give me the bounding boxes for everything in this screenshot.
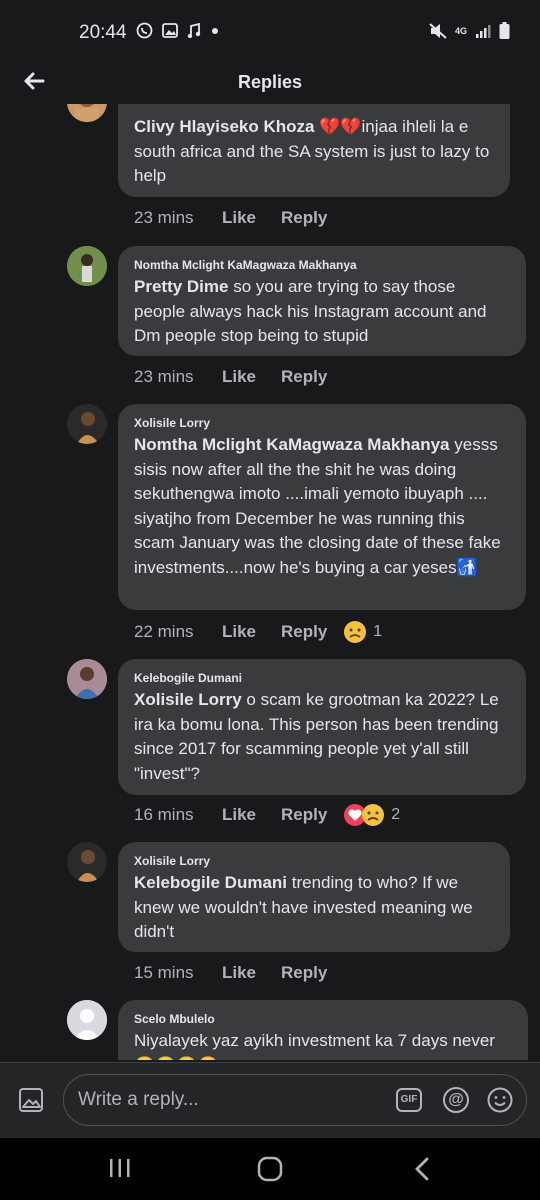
mention-link[interactable]: Pretty Dime (134, 277, 228, 296)
reaction-count: 1 (373, 623, 383, 640)
comment-time[interactable]: 16 mins (134, 805, 222, 825)
comment-bubble: Scelo Mbulelo Niyalayek yaz ayikh invest… (118, 1000, 528, 1060)
reply-composer: Write a reply... GIF @ (0, 1062, 540, 1139)
mention-button[interactable]: @ (443, 1087, 469, 1113)
reply-button[interactable]: Reply (281, 622, 327, 642)
comment-actions: 15 mins Like Reply (134, 963, 327, 983)
comment-actions: 16 mins Like Reply 2 (134, 803, 400, 827)
signal-icon (476, 24, 491, 38)
mention-link[interactable]: Clivy Hlayiseko Khoza (134, 117, 314, 136)
comment-time[interactable]: 22 mins (134, 622, 222, 642)
comment-time[interactable]: 23 mins (134, 208, 222, 228)
comment-author[interactable]: Scelo Mbulelo (134, 1012, 512, 1026)
app-header: Replies (0, 62, 540, 104)
comment-actions: 23 mins Like Reply (134, 208, 327, 228)
comment-actions: 22 mins Like Reply 1 (134, 620, 382, 644)
comment-author[interactable]: Xolisile Lorry (134, 416, 510, 430)
battery-icon (499, 22, 510, 39)
comment-author[interactable]: Xolisile Lorry (134, 854, 494, 868)
status-bar: 20:44 4G (0, 0, 540, 62)
mute-icon (429, 22, 447, 39)
like-button[interactable]: Like (222, 805, 281, 825)
avatar[interactable] (67, 246, 107, 286)
reply-input[interactable]: Write a reply... GIF @ (63, 1074, 527, 1126)
mention-link[interactable]: Kelebogile Dumani (134, 873, 287, 892)
comment-author[interactable]: Nomtha Mclight KaMagwaza Makhanya (134, 258, 510, 272)
avatar[interactable] (67, 659, 107, 699)
mention-link[interactable]: Xolisile Lorry (134, 690, 242, 709)
chevron-left-icon (415, 1157, 429, 1181)
photo-icon (19, 1088, 43, 1112)
reply-button[interactable]: Reply (281, 367, 327, 387)
comment-bubble: Clivy Hlayiseko Khoza 💔💔injaa ihleli la … (118, 104, 510, 197)
reply-input-placeholder: Write a reply... (78, 1089, 199, 1110)
back-nav-button[interactable] (410, 1156, 440, 1182)
comment-bubble: Nomtha Mclight KaMagwaza Makhanya Pretty… (118, 246, 526, 356)
4g-icon: 4G (454, 25, 467, 36)
photo-button[interactable] (16, 1085, 46, 1115)
gif-button[interactable]: GIF (396, 1088, 422, 1112)
replies-thread[interactable]: Clivy Hlayiseko Khoza 💔💔injaa ihleli la … (0, 104, 540, 1060)
like-button[interactable]: Like (222, 963, 281, 983)
comment-bubble: Kelebogile Dumani Xolisile Lorry o scam … (118, 659, 526, 795)
home-button[interactable] (256, 1156, 286, 1182)
reply-button[interactable]: Reply (281, 805, 327, 825)
comment-time[interactable]: 15 mins (134, 963, 222, 983)
comment-bubble: Xolisile Lorry Nomtha Mclight KaMagwaza … (118, 404, 526, 610)
dot-icon (212, 27, 218, 34)
whatsapp-icon (136, 22, 153, 39)
music-icon (187, 22, 201, 38)
avatar[interactable] (67, 404, 107, 444)
reply-button[interactable]: Reply (281, 963, 327, 983)
like-button[interactable]: Like (222, 367, 281, 387)
avatar[interactable] (67, 104, 107, 122)
recent-apps-button[interactable] (107, 1156, 137, 1182)
default-avatar-icon (67, 1000, 107, 1040)
mention-link[interactable]: Nomtha Mclight KaMagwaza Makhanya (134, 435, 450, 454)
comment-text: yesss sisis now after all the the shit h… (134, 435, 501, 577)
gallery-icon (162, 23, 178, 38)
reactions-summary[interactable]: 2 (343, 803, 400, 827)
reactions-summary[interactable]: 1 (343, 620, 382, 644)
sad-face-icon (362, 804, 385, 826)
reaction-count: 2 (391, 806, 401, 823)
avatar[interactable] (67, 842, 107, 882)
comment-author[interactable]: Kelebogile Dumani (134, 671, 510, 685)
page-title: Replies (237, 72, 303, 92)
home-icon (257, 1156, 283, 1182)
comment-text: Niyalayek yaz ayikh investment ka 7 days… (134, 1031, 495, 1060)
like-button[interactable]: Like (222, 622, 281, 642)
status-time: 20:44 (79, 22, 127, 43)
comment-time[interactable]: 23 mins (134, 367, 222, 387)
like-button[interactable]: Like (222, 208, 281, 228)
system-nav-bar (0, 1138, 540, 1200)
comment-bubble: Xolisile Lorry Kelebogile Dumani trendin… (118, 842, 510, 952)
avatar[interactable] (67, 1000, 107, 1040)
smiley-icon (487, 1087, 513, 1113)
sad-face-icon (344, 621, 367, 643)
recent-apps-icon (110, 1159, 130, 1177)
emoji-button[interactable] (487, 1087, 513, 1113)
reply-button[interactable]: Reply (281, 208, 327, 228)
comment-actions: 23 mins Like Reply (134, 367, 327, 387)
